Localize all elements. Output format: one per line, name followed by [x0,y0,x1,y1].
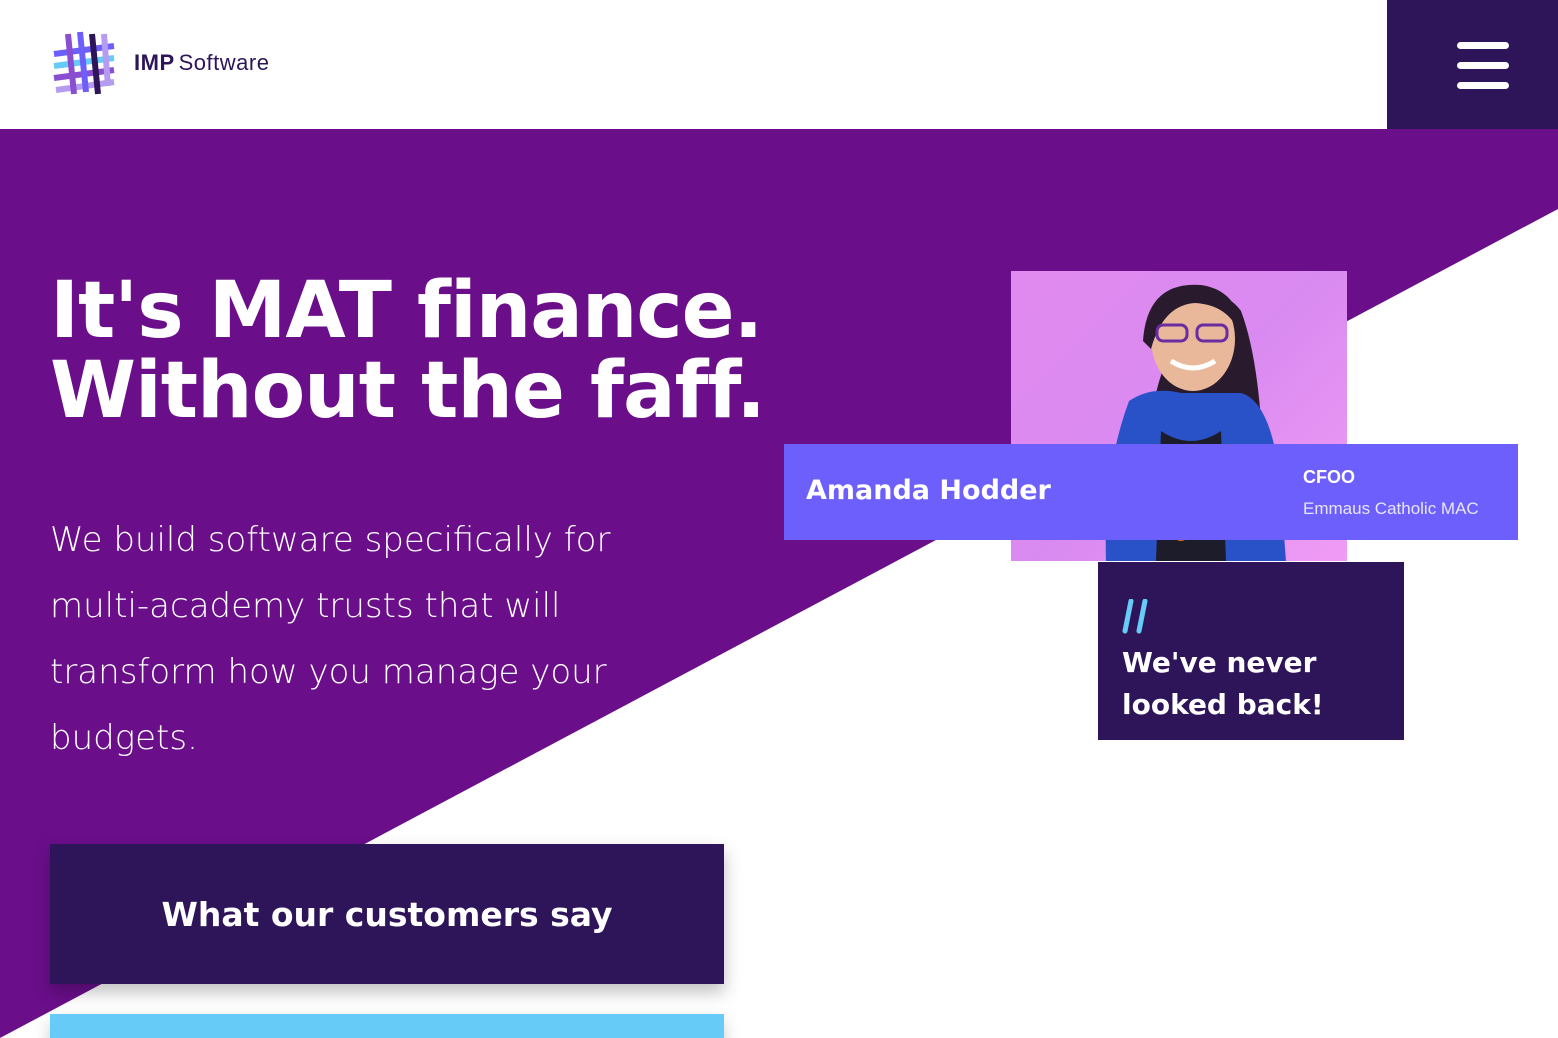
headline-line-1: It's MAT finance. [50,266,763,356]
testimonial-quote-text: We've never looked back! [1122,646,1324,721]
testimonial-person-organization: Emmaus Catholic MAC [1303,499,1479,518]
brand-name-light: Software [178,50,270,75]
headline-line-2: Without the faff. [50,346,766,436]
testimonial-person-role: CFOO [1303,467,1355,487]
brand-name-bold: IMP [134,50,175,75]
hero-section: It's MAT finance. Without the faff. We b… [0,129,1558,1038]
hero-subtext: We build software specifically for multi… [50,520,611,758]
menu-button[interactable] [1387,0,1558,129]
logo-icon[interactable] [50,30,118,98]
hamburger-menu-icon-bar [1457,62,1509,69]
hamburger-menu-icon [1457,42,1509,49]
brand-name[interactable]: IMP Software [134,50,269,76]
secondary-cta-button[interactable] [50,1014,724,1038]
hamburger-menu-icon-bar [1457,82,1509,89]
hero-headline: It's MAT finance. Without the faff. [50,271,770,431]
site-header: IMP Software [0,0,1558,129]
customers-say-button-label: What our customers say [161,894,613,934]
quote-mark-icon [1122,599,1148,634]
testimonial-person-name: Amanda Hodder [806,475,1051,506]
customers-say-button[interactable]: What our customers say [50,844,724,984]
